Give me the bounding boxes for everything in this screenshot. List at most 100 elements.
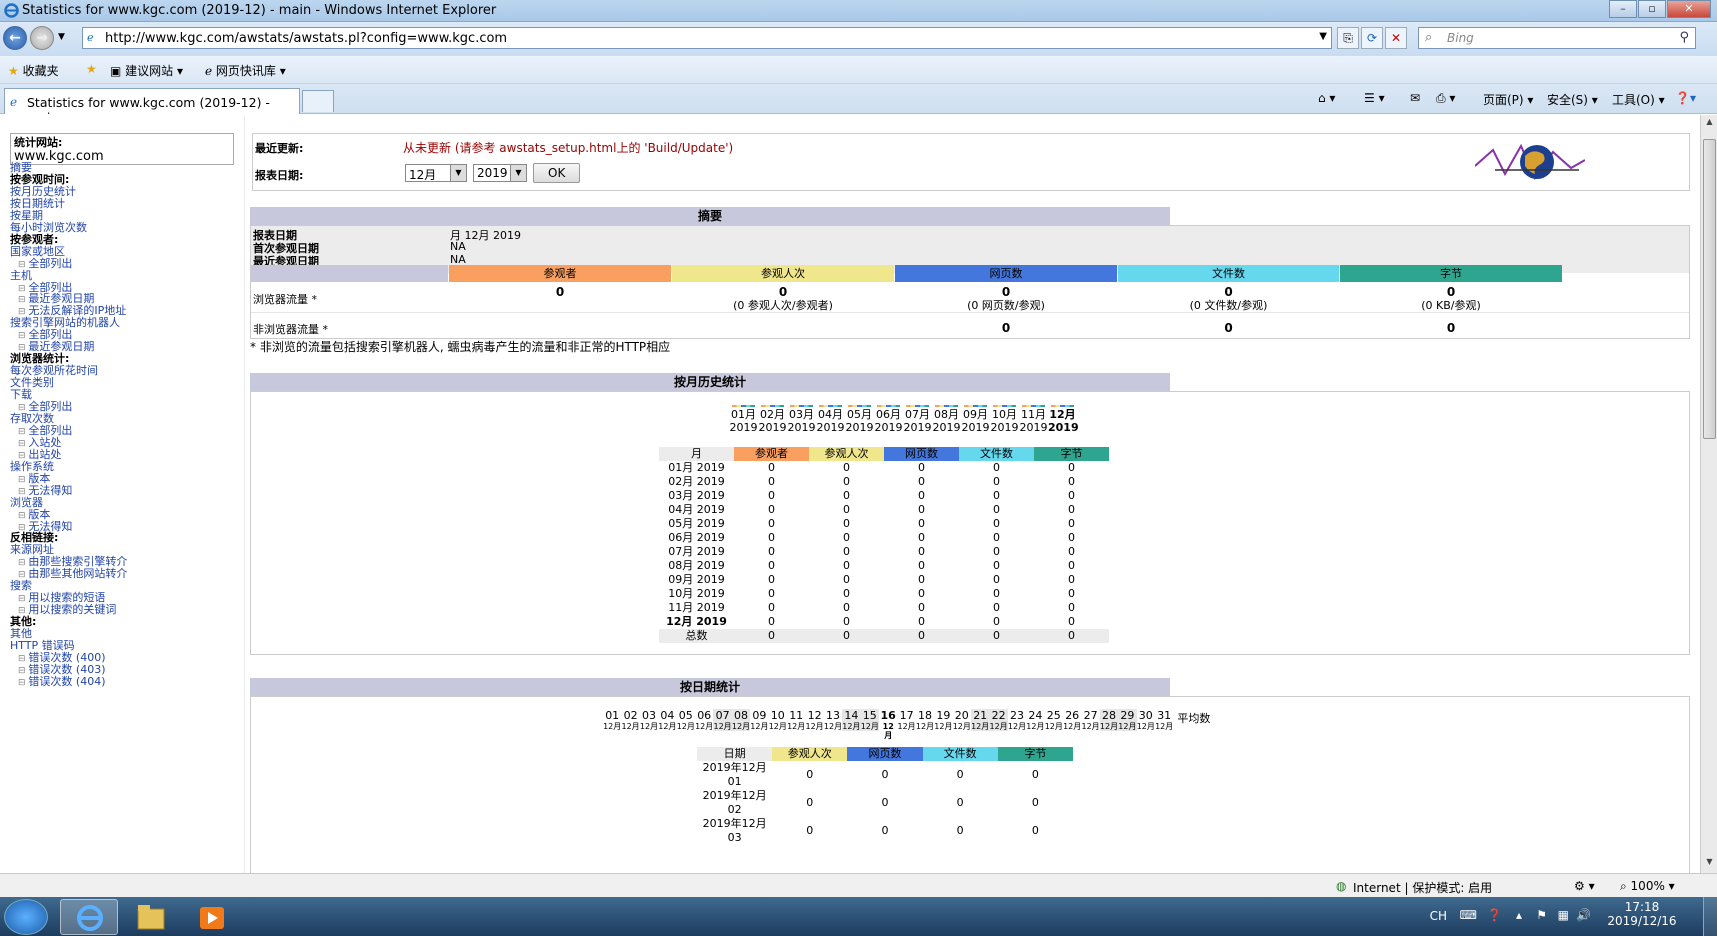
feeds-icon[interactable]: ☰ ▾ bbox=[1364, 91, 1385, 105]
safety-menu[interactable]: 安全(S) ▾ bbox=[1547, 91, 1598, 108]
suggested-sites-button[interactable]: ▣ 建议网站 ▾ bbox=[110, 62, 183, 79]
back-button[interactable]: ← bbox=[3, 26, 27, 50]
title-bar: Statistics for www.kgc.com (2019-12) - m… bbox=[0, 0, 1717, 22]
awstats-logo bbox=[1474, 138, 1586, 191]
new-tab-button[interactable] bbox=[302, 90, 334, 112]
ok-button[interactable]: OK bbox=[533, 163, 581, 183]
address-dropdown-icon[interactable]: ▼ bbox=[1319, 31, 1327, 42]
month-bar bbox=[761, 405, 784, 407]
scroll-up-icon[interactable]: ▲ bbox=[1703, 117, 1716, 131]
help-tray-icon[interactable]: ❓ bbox=[1487, 908, 1502, 922]
value-cell: 0 bbox=[1068, 601, 1075, 614]
value-cell: 0 bbox=[1068, 461, 1075, 474]
minimize-button[interactable]: – bbox=[1609, 0, 1637, 18]
month-axis-label: 12月 2019 bbox=[1048, 408, 1079, 434]
webslice-gallery-button[interactable]: ℯ 网页快讯库 ▾ bbox=[205, 62, 286, 79]
month-axis-label: 01月 2019 bbox=[729, 408, 758, 434]
volume-icon[interactable]: 🔊 bbox=[1576, 908, 1591, 922]
zoom-control[interactable]: ⌕ 100% ▾ bbox=[1620, 879, 1675, 894]
table-row: 05月 2019 0 0 0 0 0 bbox=[659, 517, 1109, 531]
home-icon[interactable]: ⌂ ▾ bbox=[1318, 91, 1335, 105]
value-cell: 0 bbox=[768, 601, 775, 614]
mail-icon[interactable]: ✉ bbox=[1410, 91, 1420, 105]
taskbar-ie[interactable] bbox=[60, 899, 118, 935]
month-select[interactable]: 12月 ▼ bbox=[405, 164, 467, 182]
value-cell: 0 bbox=[918, 587, 925, 600]
value-cell: 0 bbox=[918, 531, 925, 544]
tab-statistics[interactable]: ℯ Statistics for www.kgc.com (2019-12) -… bbox=[4, 88, 300, 125]
total-cell: 0 bbox=[918, 629, 925, 642]
refresh-icon[interactable]: ⟳ bbox=[1361, 27, 1383, 49]
search-placeholder: Bing bbox=[1447, 31, 1474, 45]
address-url[interactable]: http://www.kgc.com/awstats/awstats.pl?co… bbox=[105, 31, 507, 46]
close-window-button[interactable]: ✕ bbox=[1667, 0, 1711, 18]
month-axis-label: 02月 2019 bbox=[758, 408, 787, 434]
last-update-value: 从未更新 (请参考 awstats_setup.html上的 'Build/Up… bbox=[403, 141, 734, 155]
table-row: 01月 2019 0 0 0 0 0 bbox=[659, 461, 1109, 475]
total-cell: 0 bbox=[768, 629, 775, 642]
tools-menu[interactable]: 工具(O) ▾ bbox=[1612, 91, 1665, 108]
forward-button[interactable]: → bbox=[30, 26, 54, 50]
start-button[interactable] bbox=[4, 899, 48, 935]
language-indicator[interactable]: CH bbox=[1430, 909, 1447, 923]
daily-panel: 01 12月 02 12月 03 12月 04 12月 05 12月 06 12月 07 12月 08 12月… bbox=[250, 696, 1690, 873]
address-bar[interactable]: ℯ http://www.kgc.com/awstats/awstats.pl?… bbox=[82, 27, 1332, 49]
day-axis-label: 05 12月 bbox=[676, 709, 695, 731]
month-cell: 07月 2019 bbox=[668, 545, 725, 558]
stop-icon[interactable]: ✕ bbox=[1385, 27, 1407, 49]
scroll-down-icon[interactable]: ▼ bbox=[1703, 857, 1716, 871]
col-visitors: 参观者 bbox=[449, 265, 671, 282]
update-panel: 最近更新: 从未更新 (请参考 awstats_setup.html上的 'Bu… bbox=[252, 133, 1690, 191]
value-cell: 0 bbox=[768, 531, 775, 544]
network-icon[interactable]: ▦ bbox=[1558, 908, 1569, 922]
search-box[interactable]: ⌕ Bing ⚲ bbox=[1418, 27, 1696, 49]
status-bar: ◍ Internet | 保护模式: 启用 ⚙ ▾ ⌕ 100% ▾ bbox=[0, 873, 1717, 897]
value-cell: 0 bbox=[768, 587, 775, 600]
page-menu[interactable]: 页面(P) ▾ bbox=[1483, 91, 1533, 108]
month-cell: 02月 2019 bbox=[668, 475, 725, 488]
day-axis-label: 20 12月 bbox=[952, 709, 971, 731]
day-axis-label: 01 12月 bbox=[603, 709, 622, 731]
vertical-scrollbar[interactable]: ▲ ▼ bbox=[1700, 115, 1717, 873]
notviewed-hits: 0 bbox=[1224, 321, 1233, 335]
summary-footnote: * 非浏览的流量包括搜索引擎机器人, 蠕虫病毒产生的流量和非正常的HTTP相应 bbox=[250, 340, 671, 354]
value-cell: 0 bbox=[993, 517, 1000, 530]
month-bar bbox=[732, 405, 755, 407]
value-cell: 0 bbox=[843, 573, 850, 586]
search-icon[interactable]: ⚲ bbox=[1679, 30, 1689, 45]
security-shield-icon[interactable]: ⚙ ▾ bbox=[1574, 879, 1595, 893]
value-cell: 0 bbox=[806, 768, 814, 781]
sidebar-link[interactable]: 由那些其他网站转介 bbox=[18, 567, 127, 582]
scroll-thumb[interactable] bbox=[1703, 139, 1716, 439]
table-row: 2019年12月02 0 0 0 0 bbox=[697, 789, 1073, 817]
month-cell: 06月 2019 bbox=[668, 531, 725, 544]
day-axis-label: 19 12月 bbox=[934, 709, 953, 731]
taskbar-explorer-icon[interactable] bbox=[122, 899, 180, 935]
value-cell: 0 bbox=[843, 475, 850, 488]
clock[interactable]: 17:18 2019/12/16 bbox=[1597, 900, 1687, 928]
show-desktop-button[interactable] bbox=[1703, 897, 1717, 936]
add-favorites-icon[interactable]: ★ bbox=[86, 62, 97, 76]
sidebar-link[interactable]: 错误次数 (404) bbox=[18, 675, 105, 690]
action-center-icon[interactable]: ⚑ bbox=[1536, 908, 1547, 922]
show-hidden-icons[interactable]: ▴ bbox=[1516, 908, 1522, 922]
day-axis-label: 11 12月 bbox=[787, 709, 806, 731]
daily-col-header: 网页数 bbox=[847, 747, 923, 761]
value-cell: 0 bbox=[1031, 824, 1039, 837]
help-icon[interactable]: ❓▾ bbox=[1675, 91, 1696, 105]
year-select[interactable]: 2019 ▼ bbox=[473, 164, 527, 182]
taskbar-mediaplayer-icon[interactable] bbox=[184, 899, 242, 935]
favorites-button[interactable]: ★ 收藏夹 bbox=[8, 62, 59, 79]
maximize-button[interactable]: ▫ bbox=[1638, 0, 1666, 18]
history-dropdown-icon[interactable]: ▼ bbox=[58, 32, 65, 42]
viewed-pages-sub: (0 网页数/参观) bbox=[967, 299, 1045, 312]
webslice-label: 网页快讯库 bbox=[215, 64, 276, 78]
value-cell: 0 bbox=[1031, 796, 1039, 809]
security-zone[interactable]: Internet | 保护模式: 启用 bbox=[1353, 879, 1492, 896]
keyboard-icon[interactable]: ⌨ bbox=[1460, 908, 1477, 922]
value-cell: 0 bbox=[956, 768, 964, 781]
print-icon[interactable]: ⎙ ▾ bbox=[1436, 91, 1455, 106]
table-row: 12月 2019 0 0 0 0 0 bbox=[659, 615, 1109, 629]
value-cell: 0 bbox=[993, 559, 1000, 572]
compatibility-view-icon[interactable]: ⎘ bbox=[1337, 27, 1359, 49]
